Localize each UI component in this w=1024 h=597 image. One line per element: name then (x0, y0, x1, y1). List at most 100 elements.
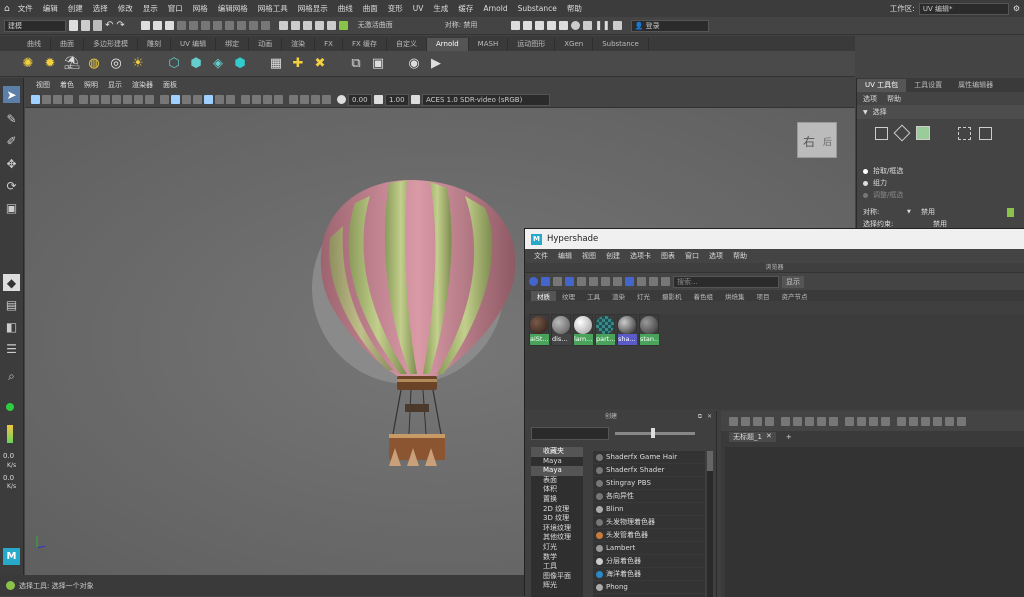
category-item[interactable]: 图像平面 (531, 572, 583, 582)
menu-modify[interactable]: 修改 (113, 3, 138, 14)
menu-curves[interactable]: 曲线 (333, 3, 358, 14)
symmetry-value[interactable]: 禁用 (921, 207, 1007, 217)
exposure-icon[interactable] (337, 95, 346, 104)
camera-select-icon[interactable] (31, 95, 40, 104)
tab-uv-toolkit[interactable]: UV 工具包 (857, 78, 907, 92)
add-tab-button[interactable]: + (786, 433, 792, 441)
menu-deform[interactable]: 变形 (383, 3, 408, 14)
gamma-input[interactable]: 1.00 (385, 93, 409, 106)
photometric-light-icon[interactable]: ⛱ (64, 56, 81, 72)
node-item[interactable]: Shaderfx Game Hair (593, 451, 705, 464)
menu-substance[interactable]: Substance (513, 4, 562, 13)
select-by-dynamic-icon[interactable] (236, 21, 246, 30)
category-item[interactable]: 体积 (531, 485, 583, 495)
ne-icon[interactable] (921, 416, 930, 426)
node-item[interactable]: 分层着色器 (593, 555, 705, 568)
render-settings-icon[interactable] (546, 21, 556, 30)
shelf-tab-motion-graphics[interactable]: 运动图形 (508, 38, 556, 51)
view-cube[interactable]: 右 后 (797, 122, 837, 158)
node-list-scrollbar[interactable] (707, 451, 713, 597)
safe-action-icon[interactable] (134, 95, 143, 104)
undo-icon[interactable]: ↶ (105, 20, 113, 31)
shelf-tab-substance[interactable]: Substance (593, 38, 649, 51)
hs-menu-view[interactable]: 视图 (577, 251, 601, 261)
menu-mesh-display[interactable]: 网格显示 (293, 3, 333, 14)
symmetry-dropdown[interactable]: 对称: 禁用 (441, 19, 502, 32)
scrollbar-thumb[interactable] (707, 451, 713, 471)
browser-tab-utilities[interactable]: 工具 (581, 291, 606, 301)
shelf-tab-surfaces[interactable]: 曲面 (51, 38, 84, 51)
texture-manager-icon[interactable]: ▦ (268, 56, 284, 72)
node-item[interactable]: Phong (593, 581, 705, 594)
area-light-icon[interactable]: ✺ (20, 56, 36, 72)
default-material-icon[interactable] (182, 95, 191, 104)
tab-attribute-editor[interactable]: 属性编辑器 (950, 79, 1001, 92)
snap-grid-icon[interactable] (278, 21, 288, 30)
shelf-tab-uv-editing[interactable]: UV 编辑 (171, 38, 217, 51)
ne-icon[interactable] (753, 416, 762, 426)
skydome-light-icon[interactable]: ◍ (86, 56, 102, 72)
menu-edit-mesh[interactable]: 编辑网格 (213, 3, 253, 14)
select-by-handle-icon[interactable] (176, 21, 186, 30)
menu-surfaces[interactable]: 曲面 (358, 3, 383, 14)
vertex-mode-icon[interactable] (875, 126, 888, 140)
ne-icon[interactable] (805, 416, 814, 426)
close-icon[interactable]: ✕ (766, 432, 772, 442)
shelf-tab-arnold[interactable]: Arnold (427, 38, 469, 51)
volume-icon[interactable]: ⬢ (188, 56, 204, 72)
face-mode-icon[interactable] (916, 126, 930, 140)
open-scene-icon[interactable] (81, 20, 90, 31)
select-by-curve-icon[interactable] (200, 21, 210, 30)
xray-joints-icon[interactable] (322, 95, 331, 104)
node-item[interactable]: 头发管着色器 (593, 529, 705, 542)
scale-tool-icon[interactable]: ▣ (3, 199, 20, 216)
vp-menu-shading[interactable]: 着色 (55, 80, 79, 90)
screen-ao-icon[interactable] (241, 95, 250, 104)
physical-sky-icon[interactable]: ☀ (130, 56, 146, 72)
vp-menu-lighting[interactable]: 照明 (79, 80, 103, 90)
browser-search-input[interactable]: 搜索... (673, 275, 779, 288)
icon-size-slider[interactable] (615, 427, 695, 438)
select-object-icon[interactable] (152, 21, 162, 30)
show-button[interactable]: 显示 (782, 275, 804, 288)
menu-mesh[interactable]: 网格 (188, 3, 213, 14)
hs-menu-edit[interactable]: 编辑 (553, 251, 577, 261)
material-swatch[interactable]: aiSt... (529, 314, 549, 346)
ne-icon[interactable] (781, 416, 790, 426)
select-hierarchy-icon[interactable] (140, 21, 150, 30)
render-view-icon[interactable]: ◉ (406, 56, 422, 72)
move-tool-icon[interactable]: ✥ (3, 155, 20, 172)
shelf-tab-custom[interactable]: 自定义 (387, 38, 428, 51)
category-item[interactable]: 数学 (531, 553, 583, 563)
menu-generate[interactable]: 生成 (428, 3, 453, 14)
play-render-icon[interactable]: ▶ (428, 56, 444, 72)
bookmark-icon[interactable] (53, 95, 62, 104)
browser-icon-4[interactable] (565, 277, 574, 286)
symmetry-toggle-icon[interactable] (1007, 207, 1014, 217)
radio-tweak[interactable]: 调整/框选 (857, 189, 1024, 201)
view-transform-dropdown[interactable]: ACES 1.0 SDR-video (sRGB) (422, 93, 550, 106)
category-item[interactable]: 3D 纹理 (531, 514, 583, 524)
select-by-surface-icon[interactable] (212, 21, 222, 30)
safe-title-icon[interactable] (145, 95, 154, 104)
menu-select[interactable]: 选择 (88, 3, 113, 14)
shadows-icon[interactable] (226, 95, 235, 104)
create-search-input[interactable] (531, 426, 609, 440)
select-component-icon[interactable] (164, 21, 174, 30)
use-all-lights-icon[interactable] (215, 95, 224, 104)
browser-tab-lights[interactable]: 灯光 (631, 291, 656, 301)
close-icon[interactable]: ✕ (707, 411, 712, 423)
hs-menu-tabs[interactable]: 选项卡 (625, 251, 656, 261)
node-item[interactable]: Stingray PBS (593, 477, 705, 490)
material-swatch[interactable]: stan... (639, 314, 659, 346)
shelf-tab-sculpting[interactable]: 雕刻 (138, 38, 171, 51)
browser-tab-cameras[interactable]: 摄影机 (656, 291, 688, 301)
login-dropdown[interactable]: 👤 登录 (630, 19, 709, 32)
ne-icon[interactable] (729, 416, 738, 426)
shelf-tab-xgen[interactable]: XGen (555, 38, 594, 51)
render-icon[interactable] (510, 21, 520, 30)
light-portal-icon[interactable]: ◎ (108, 56, 124, 72)
shelf-tab-animation[interactable]: 动画 (249, 38, 283, 51)
arnold-settings-icon[interactable] (612, 21, 622, 30)
ne-icon[interactable] (945, 416, 954, 426)
